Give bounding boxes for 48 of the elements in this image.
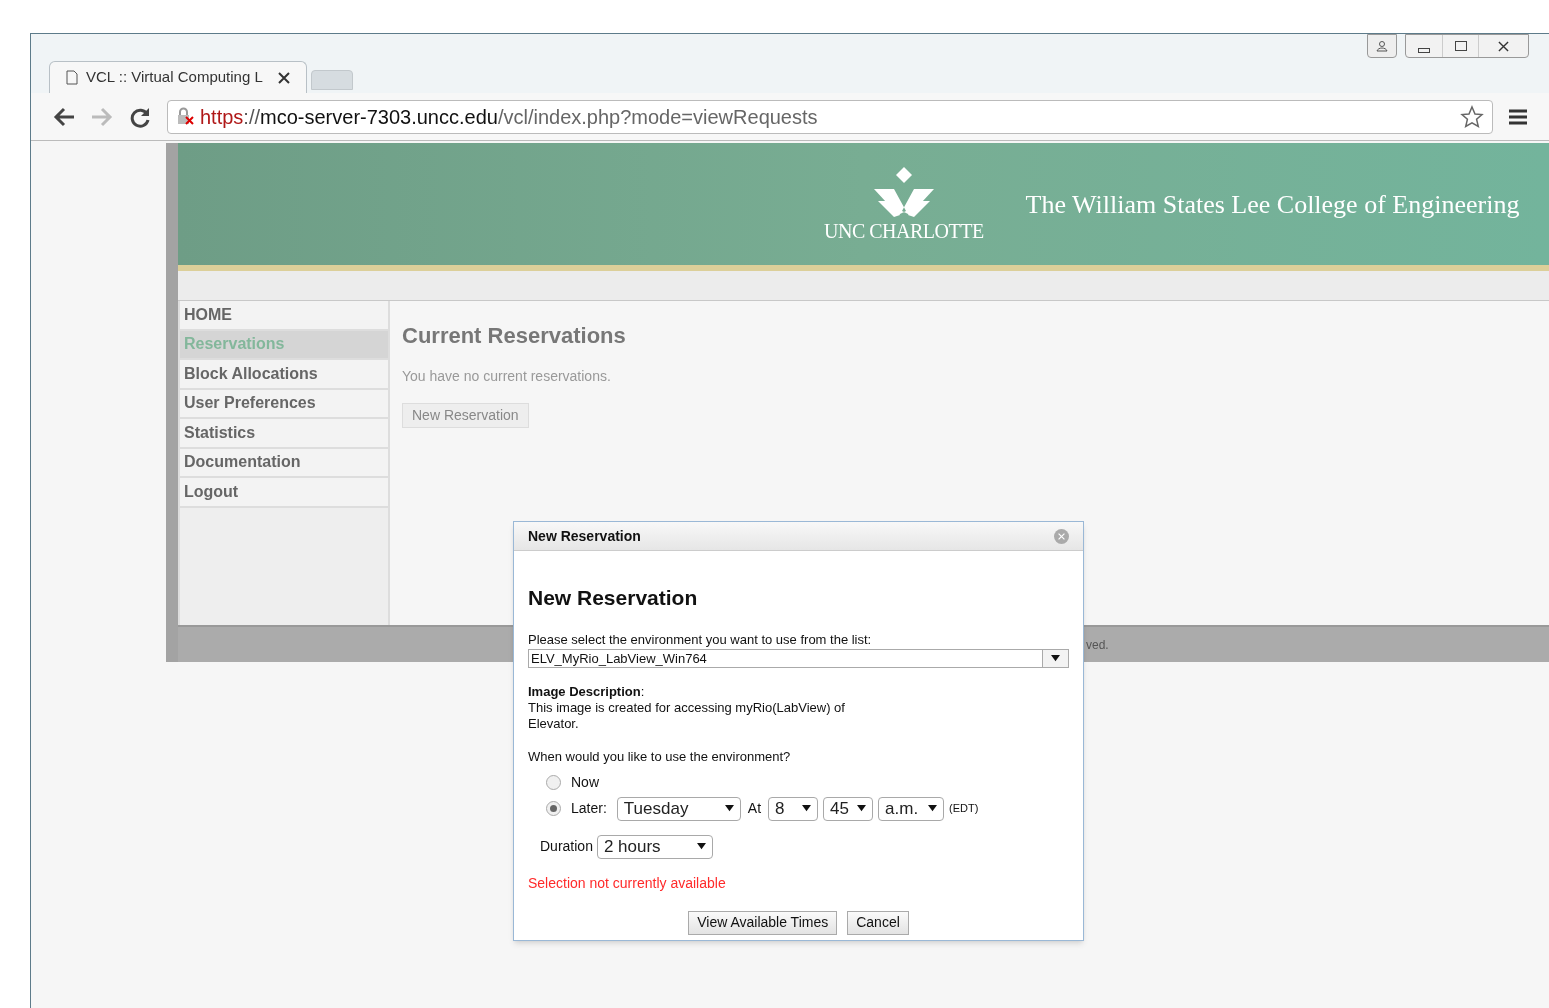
- at-label: At: [747, 799, 762, 818]
- url-text: https://mco-server-7303.uncc.edu/vcl/index.php?mode=viewRequests: [200, 104, 818, 130]
- timezone-label: (EDT): [949, 801, 979, 817]
- minute-select[interactable]: 45: [823, 796, 874, 821]
- tab-title: VCL :: Virtual Computing L: [86, 67, 263, 88]
- nav-item[interactable]: Documentation: [180, 448, 388, 478]
- duration-label: Duration: [540, 837, 593, 856]
- caret-icon: [724, 805, 734, 812]
- when-label: When would you like to use the environment?: [528, 748, 792, 766]
- menu-icon[interactable]: [1509, 108, 1527, 125]
- dialog-button[interactable]: View Available Times: [688, 910, 838, 935]
- browser-tab[interactable]: VCL :: Virtual Computing L: [49, 61, 307, 93]
- page-icon: [66, 70, 78, 85]
- footer-text: ved.: [1086, 636, 1109, 654]
- college-title: The William States Lee College of Engineering: [1025, 188, 1520, 221]
- nav-item[interactable]: Block Allocations: [180, 360, 388, 390]
- nav-item[interactable]: User Preferences: [180, 389, 388, 419]
- nav-item[interactable]: HOME: [180, 301, 388, 331]
- meridiem-select[interactable]: a.m.: [878, 796, 945, 821]
- no-reservations-text: You have no current reservations.: [402, 367, 611, 386]
- back-icon[interactable]: [53, 106, 75, 127]
- radio-label: Now: [571, 773, 599, 792]
- radio-button[interactable]: [546, 801, 561, 816]
- close-icon[interactable]: [278, 71, 290, 84]
- nav-item[interactable]: Logout: [180, 478, 388, 508]
- hour-select[interactable]: 8: [768, 796, 819, 821]
- dialog-title: New Reservation: [528, 526, 641, 546]
- day-select[interactable]: Tuesday: [616, 796, 741, 821]
- caret-icon: [802, 805, 812, 812]
- duration-select[interactable]: 2 hours: [596, 834, 713, 859]
- caret-icon: [857, 805, 867, 812]
- nav-item[interactable]: Statistics: [180, 419, 388, 449]
- environment-label: Please select the environment you want to use from the list:: [528, 630, 873, 649]
- caret-icon: [928, 805, 938, 812]
- dialog-button[interactable]: Cancel: [847, 910, 909, 935]
- error-message: Selection not currently available: [528, 873, 727, 893]
- page-title: Current Reservations: [402, 322, 626, 350]
- radio-label: Later:: [571, 799, 607, 818]
- user-icon[interactable]: [1367, 34, 1397, 58]
- star-icon[interactable]: [1460, 104, 1484, 129]
- logo-text: UNC CHARLOTTE: [824, 221, 984, 241]
- image-description: Image Description: This image is created for accessing myRio(LabView) of Elevator.: [528, 684, 846, 732]
- dialog-heading: New Reservation: [528, 585, 699, 611]
- address-field[interactable]: https://mco-server-7303.uncc.edu/vcl/index.php?mode=viewRequests: [167, 99, 1493, 134]
- caret-icon: [696, 843, 706, 850]
- caret-icon: [1051, 655, 1060, 662]
- environment-select[interactable]: ELV_MyRio_LabView_Win764: [528, 649, 1069, 668]
- radio-button[interactable]: [546, 775, 561, 790]
